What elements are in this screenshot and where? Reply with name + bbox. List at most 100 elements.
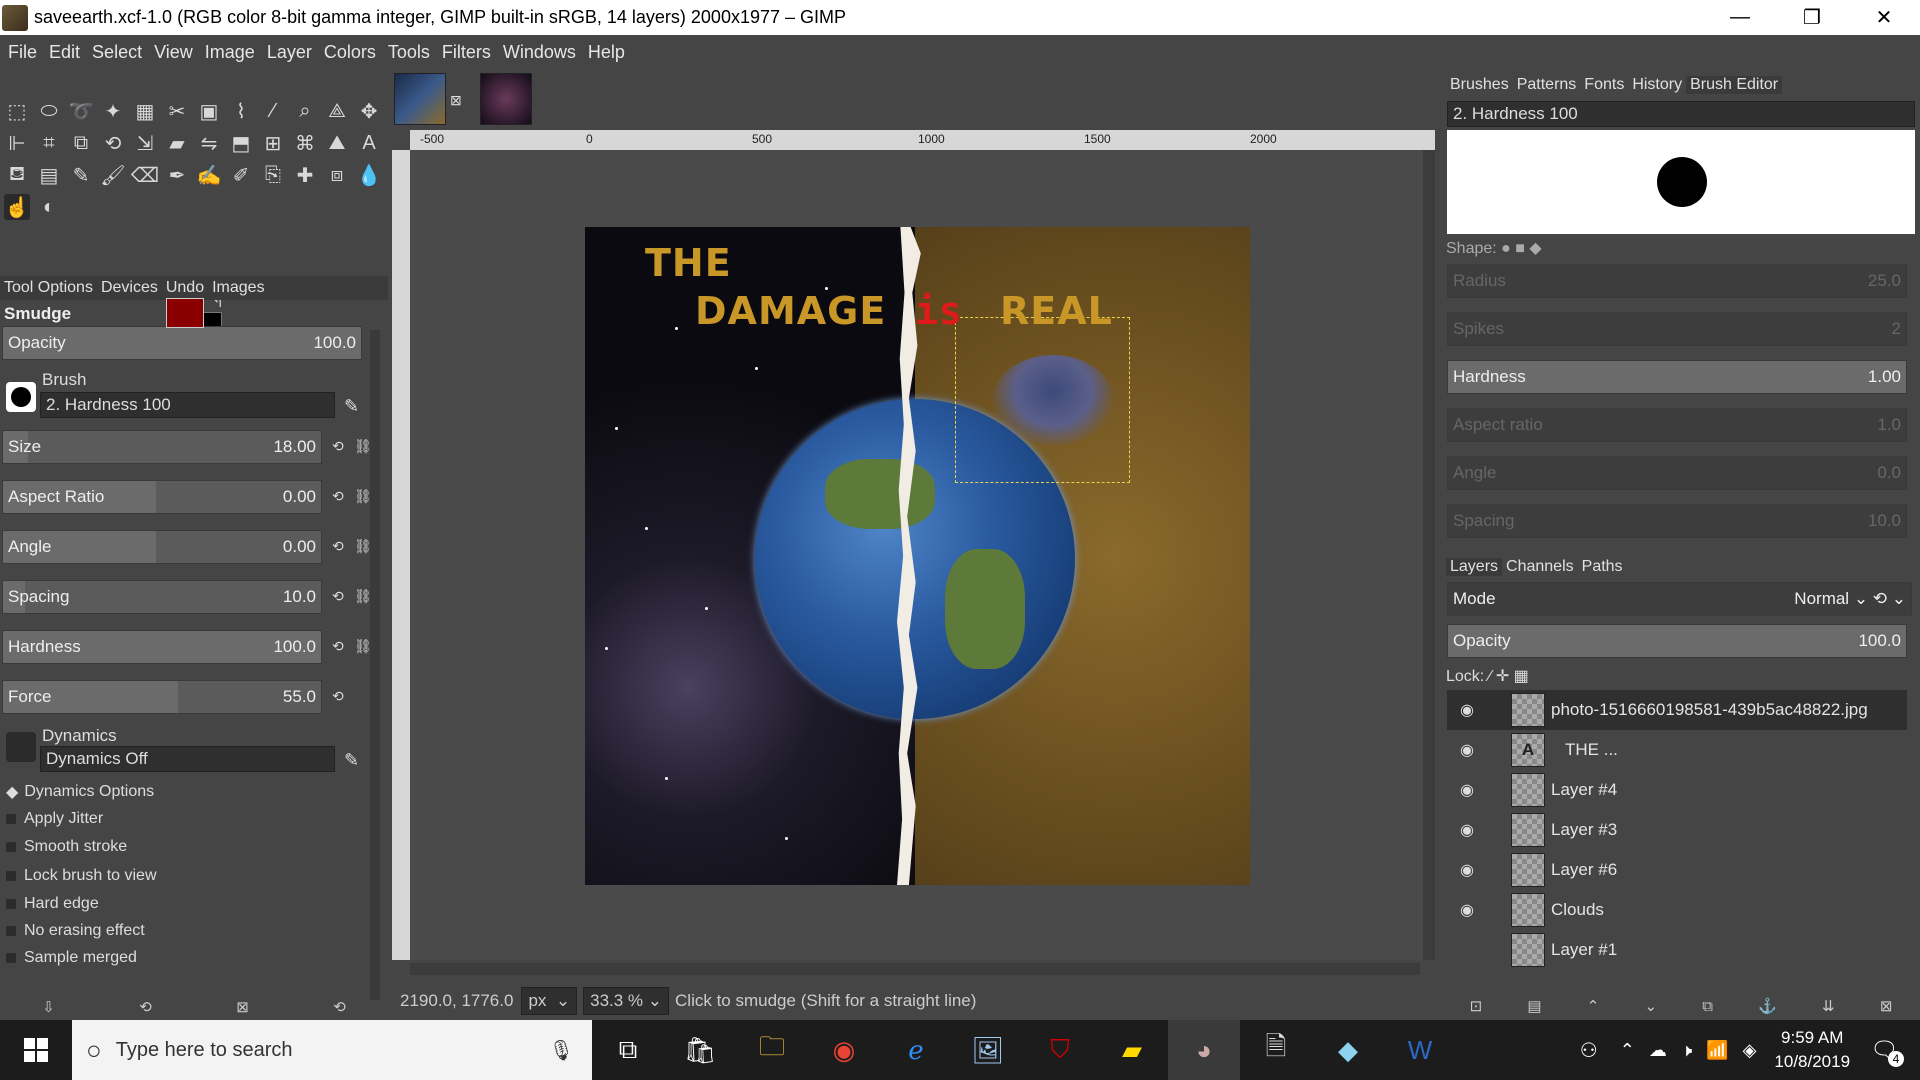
airbrush-tool-icon[interactable]: ✒ xyxy=(164,162,190,188)
mcafee-icon[interactable]: ⛉ xyxy=(1024,1020,1096,1080)
menu-layer[interactable]: Layer xyxy=(261,42,318,63)
handle-transform-tool-icon[interactable]: ⛰ xyxy=(324,130,350,156)
microphone-icon[interactable]: 🎙 xyxy=(549,1038,574,1063)
spacing-spinner[interactable]: Spacing 10.0 xyxy=(2,580,322,614)
layer-row[interactable]: ◉ Layer #3 xyxy=(1447,810,1907,850)
reset-size-icon[interactable]: ⟲ xyxy=(332,438,344,455)
fuzzy-select-tool-icon[interactable]: ✦ xyxy=(100,98,126,124)
layer-row[interactable]: ◉ Layer #4 xyxy=(1447,770,1907,810)
close-button[interactable]: ✕ xyxy=(1848,0,1920,35)
menu-edit[interactable]: Edit xyxy=(43,42,86,63)
menu-filters[interactable]: Filters xyxy=(436,42,497,63)
foreground-select-tool-icon[interactable]: ▣ xyxy=(196,98,222,124)
save-preset-icon[interactable]: ⇩ xyxy=(42,998,55,1016)
minimize-button[interactable]: — xyxy=(1704,0,1776,35)
perspective-clone-tool-icon[interactable]: ⧈ xyxy=(324,162,350,188)
dodge-burn-tool-icon[interactable]: ◐ xyxy=(36,194,62,220)
ink-tool-icon[interactable]: ✍ xyxy=(196,162,222,188)
dropbox-icon[interactable]: ◈ xyxy=(1743,1040,1757,1061)
mypaint-brush-tool-icon[interactable]: ✐ xyxy=(228,162,254,188)
dynamics-icon[interactable] xyxy=(6,732,36,762)
free-select-tool-icon[interactable]: ➰ xyxy=(68,98,94,124)
merge-layer-icon[interactable]: ⇊ xyxy=(1822,997,1835,1015)
tab-paths[interactable]: Paths xyxy=(1578,558,1627,576)
tab-devices[interactable]: Devices xyxy=(97,279,162,297)
notifications-icon[interactable]: 🗨 4 xyxy=(1870,1037,1904,1067)
start-button[interactable] xyxy=(0,1020,72,1080)
unified-transform-tool-icon[interactable]: ⧉ xyxy=(68,130,94,156)
aspect-ratio-spinner[interactable]: Aspect Ratio 0.00 xyxy=(2,480,322,514)
layer-row[interactable]: ◉ A THE ... xyxy=(1447,730,1907,770)
lock-brush-checkbox[interactable]: Lock brush to view xyxy=(6,867,157,885)
shear-tool-icon[interactable]: ▰ xyxy=(164,130,190,156)
canvas-horizontal-scrollbar[interactable] xyxy=(410,963,1420,975)
opacity-spinner[interactable]: Opacity 100.0 xyxy=(2,326,362,360)
onedrive-icon[interactable]: ☁ xyxy=(1649,1040,1667,1061)
layer-mode-select[interactable]: Mode Normal ⌄ ⟲ ⌄ xyxy=(1447,582,1912,616)
menu-windows[interactable]: Windows xyxy=(497,42,582,63)
image-canvas[interactable]: THE DAMAGE is REAL xyxy=(585,227,1250,885)
rotate-tool-icon[interactable]: ⟲ xyxy=(100,130,126,156)
edge-icon[interactable]: ℯ xyxy=(880,1020,952,1080)
brush-preview-icon[interactable] xyxy=(6,382,36,412)
align-tool-icon[interactable]: ⊩ xyxy=(4,130,30,156)
size-spinner[interactable]: Size 18.00 xyxy=(2,430,322,464)
flip-tool-icon[interactable]: ⇋ xyxy=(196,130,222,156)
tab-history[interactable]: History xyxy=(1628,76,1686,94)
volume-icon[interactable]: 🕨 xyxy=(1681,1040,1692,1061)
rect-select-tool-icon[interactable]: ⬚ xyxy=(4,98,30,124)
layer-opacity-spinner[interactable]: Opacity 100.0 xyxy=(1447,624,1907,658)
people-icon[interactable]: ⚇ xyxy=(1580,1038,1598,1063)
brush-editor-name[interactable]: 2. Hardness 100 xyxy=(1447,101,1915,127)
unit-select[interactable]: px ⌄ xyxy=(521,987,578,1015)
tab-patterns[interactable]: Patterns xyxy=(1513,76,1581,94)
tab-channels[interactable]: Channels xyxy=(1502,558,1578,576)
tab-fonts[interactable]: Fonts xyxy=(1580,76,1628,94)
scale-tool-icon[interactable]: ⇲ xyxy=(132,130,158,156)
new-layer-icon[interactable]: ▤ xyxy=(1527,997,1541,1015)
move-tool-icon[interactable]: ✥ xyxy=(356,98,382,124)
reset-angle-icon[interactable]: ⟲ xyxy=(332,538,344,555)
gimp-taskbar-icon[interactable]: ◕ xyxy=(1168,1020,1240,1080)
visibility-eye-icon[interactable]: ◉ xyxy=(1447,860,1487,880)
tool-options-scrollbar[interactable] xyxy=(370,330,380,1000)
visibility-eye-icon[interactable]: ◉ xyxy=(1447,780,1487,800)
lower-layer-icon[interactable]: ⌄ xyxy=(1645,997,1658,1015)
foreground-color-swatch[interactable] xyxy=(166,298,204,328)
file-explorer-icon[interactable]: 🗀 xyxy=(736,1020,808,1080)
app-icon[interactable]: ◆ xyxy=(1312,1020,1384,1080)
menu-tools[interactable]: Tools xyxy=(382,42,436,63)
brush-hardness-spinner[interactable]: Hardness 1.00 xyxy=(1447,360,1907,394)
reset-force-icon[interactable]: ⟲ xyxy=(332,688,344,705)
edit-dynamics-icon[interactable]: ✎ xyxy=(344,750,359,771)
hardness-spinner[interactable]: Hardness 100.0 xyxy=(2,630,322,664)
tab-layers[interactable]: Layers xyxy=(1446,558,1503,576)
gradient-tool-icon[interactable]: ▤ xyxy=(36,162,62,188)
chrome-icon[interactable]: ◉ xyxy=(808,1020,880,1080)
eraser-tool-icon[interactable]: ⌫ xyxy=(131,162,159,188)
tab-brush-editor[interactable]: Brush Editor xyxy=(1686,76,1783,94)
warp-tool-icon[interactable]: ⌘ xyxy=(292,130,318,156)
visibility-eye-icon[interactable]: ◉ xyxy=(1447,820,1487,840)
zoom-tool-icon[interactable]: ⌕ xyxy=(292,98,318,124)
bucket-fill-tool-icon[interactable]: ⛾ xyxy=(4,162,30,188)
image-tab-saveearth[interactable] xyxy=(394,73,446,125)
brush-name-field[interactable]: 2. Hardness 100 xyxy=(40,392,335,418)
ellipse-select-tool-icon[interactable]: ⬭ xyxy=(36,98,62,124)
close-tab-icon[interactable]: ⊠ xyxy=(450,92,462,109)
text-tool-icon[interactable]: A xyxy=(356,130,382,156)
edit-brush-icon[interactable]: ✎ xyxy=(344,396,359,417)
documents-icon[interactable]: 🗎 xyxy=(1240,1020,1312,1080)
word-icon[interactable]: W xyxy=(1384,1020,1456,1080)
crop-tool-icon[interactable]: ⌗ xyxy=(36,130,62,156)
dynamics-field[interactable]: Dynamics Off xyxy=(40,746,335,772)
sample-merged-checkbox[interactable]: Sample merged xyxy=(6,949,137,967)
wifi-icon[interactable]: 📶 xyxy=(1706,1040,1728,1061)
no-erasing-checkbox[interactable]: No erasing effect xyxy=(6,922,145,940)
delete-preset-icon[interactable]: ⊠ xyxy=(236,998,249,1016)
new-layer-group-icon[interactable]: ⊡ xyxy=(1470,997,1483,1015)
task-view-icon[interactable]: ⧉ xyxy=(592,1020,664,1080)
smudge-tool-icon[interactable]: ☝ xyxy=(4,194,30,220)
restore-preset-icon[interactable]: ⟲ xyxy=(139,998,152,1016)
smooth-stroke-checkbox[interactable]: Smooth stroke xyxy=(6,838,127,856)
